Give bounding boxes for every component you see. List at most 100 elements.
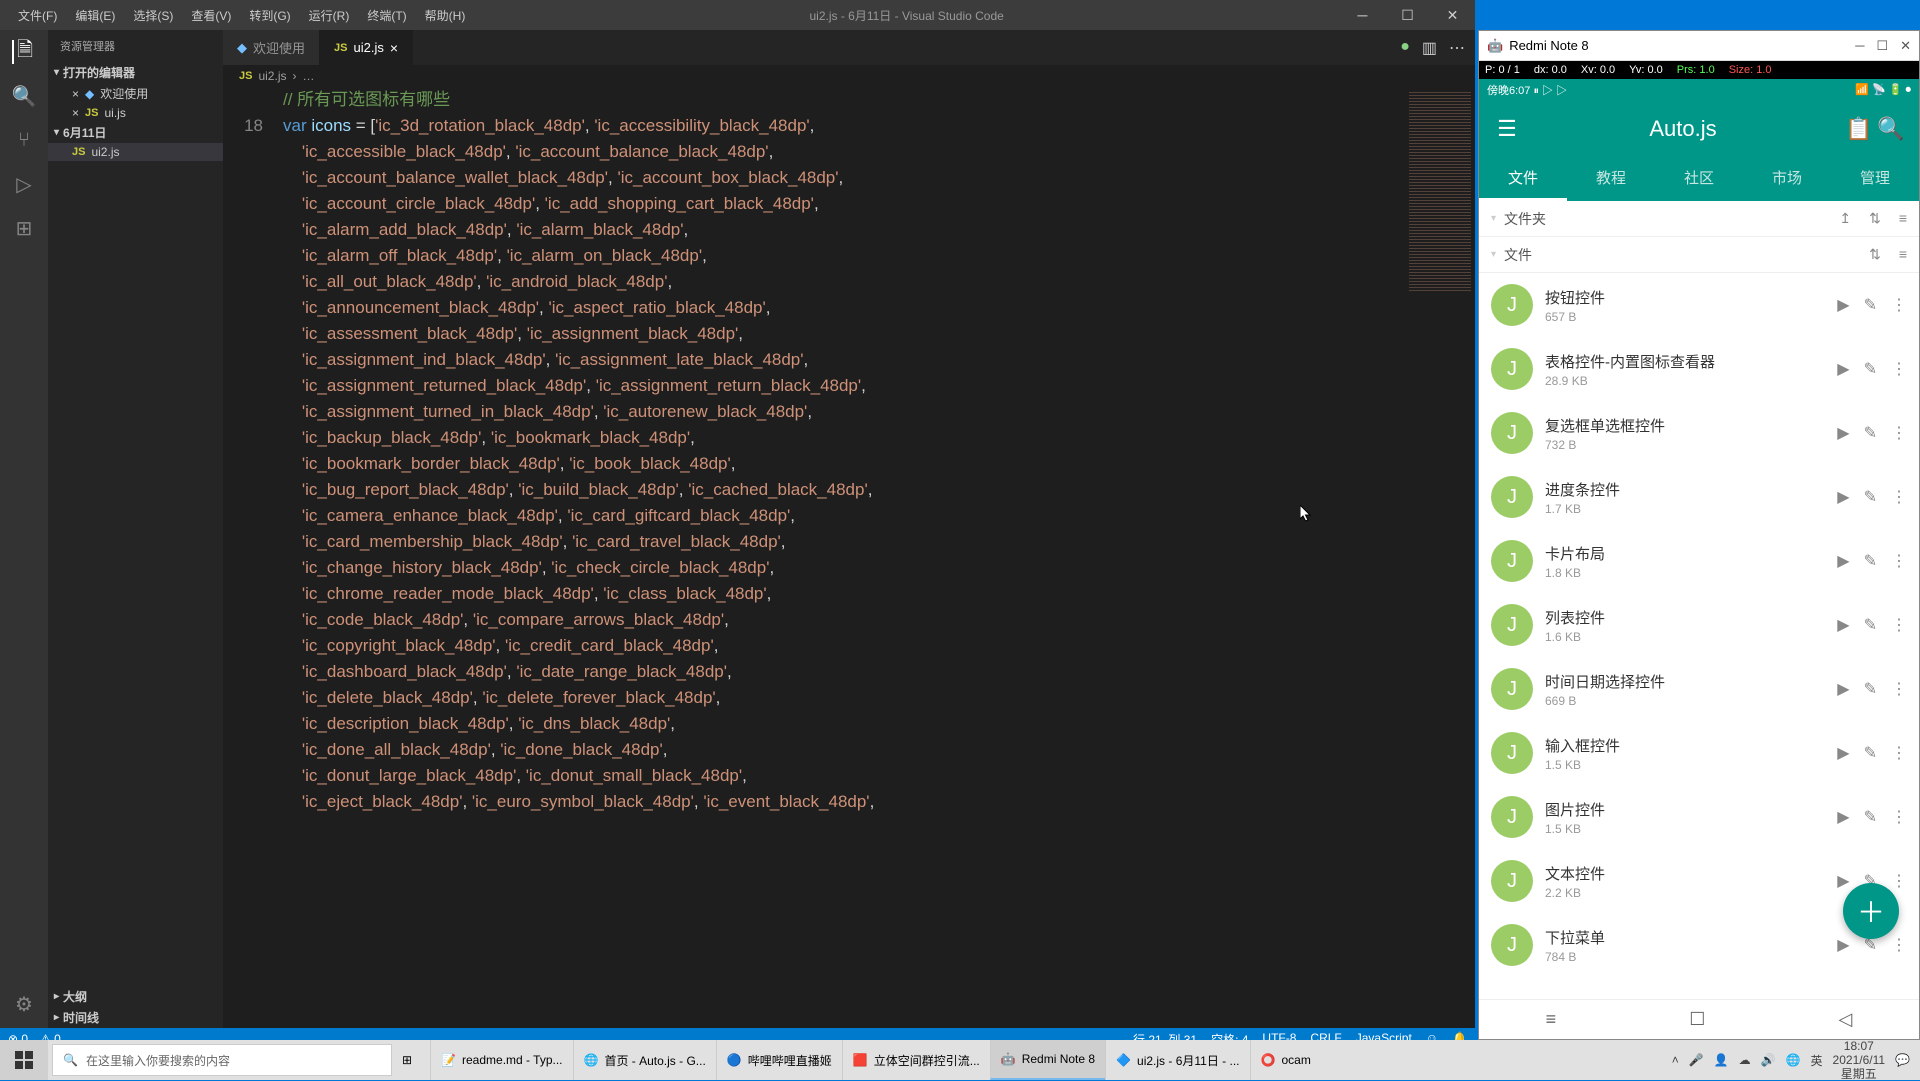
autojs-tab[interactable]: 管理: [1831, 157, 1919, 201]
minimize-button[interactable]: ─: [1340, 0, 1385, 30]
more-icon[interactable]: ⋮: [1891, 295, 1907, 315]
extensions-icon[interactable]: ⊞: [12, 216, 36, 240]
more-icon[interactable]: ⋮: [1891, 359, 1907, 379]
play-icon[interactable]: ▶: [1837, 743, 1849, 763]
back-button[interactable]: ◁: [1839, 1009, 1853, 1030]
menu-item[interactable]: 编辑(E): [67, 3, 123, 28]
more-icon[interactable]: ⋮: [1891, 487, 1907, 507]
edit-icon[interactable]: ✎: [1864, 743, 1877, 763]
file-item[interactable]: J复选框单选框控件732 B▶✎⋮: [1479, 401, 1919, 465]
play-icon[interactable]: ▶: [1837, 615, 1849, 635]
menu-item[interactable]: 转到(G): [241, 3, 298, 28]
close-icon[interactable]: ×: [72, 106, 79, 120]
ime-icon[interactable]: 英: [1811, 1052, 1823, 1069]
minimize-button[interactable]: ─: [1855, 38, 1864, 54]
close-icon[interactable]: ×: [72, 87, 79, 101]
list-view-icon[interactable]: ≡: [1899, 210, 1907, 227]
file-item[interactable]: J时间日期选择控件669 B▶✎⋮: [1479, 657, 1919, 721]
edit-icon[interactable]: ✎: [1864, 359, 1877, 379]
more-icon[interactable]: ⋮: [1891, 871, 1907, 891]
phone-screen[interactable]: 傍晚6:07 ⏸ ▷ ▷ 📶 📡 🔋 ⏺ ☰ Auto.js 📋 🔍 文件教程社…: [1479, 79, 1919, 1039]
more-icon[interactable]: ⋮: [1891, 551, 1907, 571]
autojs-tab[interactable]: 市场: [1743, 157, 1831, 201]
explorer-icon[interactable]: 🗎: [12, 40, 36, 64]
file-item[interactable]: J进度条控件1.7 KB▶✎⋮: [1479, 465, 1919, 529]
menu-item[interactable]: 查看(V): [183, 3, 239, 28]
edit-icon[interactable]: ✎: [1864, 615, 1877, 635]
files-header[interactable]: ▾文件 ⇅≡: [1479, 237, 1919, 273]
code-editor[interactable]: 18 // 所有可选图标有哪些 var icons = ['ic_3d_rota…: [223, 87, 1475, 1028]
close-button[interactable]: ✕: [1900, 38, 1911, 54]
autojs-tab[interactable]: 文件: [1479, 157, 1567, 201]
play-icon[interactable]: ▶: [1837, 551, 1849, 571]
autojs-tab[interactable]: 社区: [1655, 157, 1743, 201]
edit-icon[interactable]: ✎: [1864, 295, 1877, 315]
sort-asc-icon[interactable]: ↥: [1839, 210, 1851, 227]
open-editor-uijs[interactable]: ×JSui.js: [48, 104, 223, 122]
search-icon[interactable]: 🔍: [1875, 116, 1907, 142]
play-icon[interactable]: ▶: [1837, 935, 1849, 955]
split-editor-icon[interactable]: ▥: [1422, 38, 1437, 58]
more-icon[interactable]: ⋮: [1891, 423, 1907, 443]
taskbar-app[interactable]: 🟥立体空间群控引流...: [842, 1040, 990, 1080]
folder-section[interactable]: ▾6月11日: [48, 122, 223, 143]
file-item[interactable]: J按钮控件657 B▶✎⋮: [1479, 273, 1919, 337]
play-icon[interactable]: ▶: [1837, 295, 1849, 315]
clipboard-icon[interactable]: 📋: [1843, 116, 1875, 142]
file-item[interactable]: J卡片布局1.8 KB▶✎⋮: [1479, 529, 1919, 593]
play-icon[interactable]: ▶: [1837, 423, 1849, 443]
more-icon[interactable]: ⋯: [1449, 38, 1465, 58]
taskbar-clock[interactable]: 18:072021/6/11星期五: [1833, 1039, 1886, 1081]
more-icon[interactable]: ⋮: [1891, 807, 1907, 827]
maximize-button[interactable]: ☐: [1876, 38, 1888, 54]
taskbar-app[interactable]: 🔷ui2.js - 6月11日 - ...: [1105, 1040, 1249, 1080]
menu-item[interactable]: 运行(R): [301, 3, 358, 28]
run-icon[interactable]: ●: [1400, 38, 1410, 58]
recents-button[interactable]: ≡: [1546, 1009, 1557, 1030]
open-editor-welcome[interactable]: ×◆欢迎使用: [48, 83, 223, 104]
file-item[interactable]: J列表控件1.6 KB▶✎⋮: [1479, 593, 1919, 657]
taskbar-app[interactable]: 🔵哔哩哔哩直播姬: [716, 1040, 842, 1080]
start-button[interactable]: [0, 1040, 48, 1080]
close-icon[interactable]: ×: [390, 40, 398, 56]
minimap[interactable]: [1405, 87, 1475, 1028]
breadcrumb[interactable]: JSui2.js›…: [223, 65, 1475, 87]
run-debug-icon[interactable]: ▷: [12, 172, 36, 196]
outline-section[interactable]: ▸大纲: [48, 986, 223, 1007]
mic-icon[interactable]: 🎤: [1689, 1053, 1704, 1067]
tab-welcome[interactable]: ◆欢迎使用: [223, 30, 320, 65]
tab-ui2js[interactable]: JSui2.js×: [320, 30, 413, 65]
network-icon[interactable]: 🌐: [1786, 1053, 1801, 1067]
timeline-section[interactable]: ▸时间线: [48, 1007, 223, 1028]
list-view-icon[interactable]: ≡: [1899, 246, 1907, 263]
play-icon[interactable]: ▶: [1837, 679, 1849, 699]
open-editors-section[interactable]: ▾打开的编辑器: [48, 62, 223, 83]
sort-icon[interactable]: ⇅: [1869, 210, 1881, 227]
taskbar-search[interactable]: 🔍 在这里输入你要搜索的内容: [52, 1044, 392, 1076]
file-item[interactable]: J图片控件1.5 KB▶✎⋮: [1479, 785, 1919, 849]
edit-icon[interactable]: ✎: [1864, 807, 1877, 827]
search-icon[interactable]: 🔍: [12, 84, 36, 108]
file-item[interactable]: J输入框控件1.5 KB▶✎⋮: [1479, 721, 1919, 785]
more-icon[interactable]: ⋮: [1891, 615, 1907, 635]
more-icon[interactable]: ⋮: [1891, 743, 1907, 763]
edit-icon[interactable]: ✎: [1864, 679, 1877, 699]
play-icon[interactable]: ▶: [1837, 871, 1849, 891]
play-icon[interactable]: ▶: [1837, 807, 1849, 827]
edit-icon[interactable]: ✎: [1864, 551, 1877, 571]
more-icon[interactable]: ⋮: [1891, 679, 1907, 699]
play-icon[interactable]: ▶: [1837, 359, 1849, 379]
task-view-button[interactable]: ⊞: [392, 1040, 422, 1080]
play-icon[interactable]: ▶: [1837, 487, 1849, 507]
maximize-button[interactable]: ☐: [1385, 0, 1430, 30]
taskbar-app[interactable]: 🤖Redmi Note 8: [990, 1040, 1105, 1080]
taskbar-app[interactable]: 📝readme.md - Typ...: [430, 1040, 572, 1080]
file-ui2js[interactable]: JSui2.js: [48, 143, 223, 161]
taskbar-app[interactable]: 🌐首页 - Auto.js - G...: [573, 1040, 716, 1080]
menu-item[interactable]: 终端(T): [359, 3, 414, 28]
close-button[interactable]: ✕: [1430, 0, 1475, 30]
file-item[interactable]: J表格控件-内置图标查看器28.9 KB▶✎⋮: [1479, 337, 1919, 401]
onedrive-icon[interactable]: ☁: [1739, 1053, 1751, 1067]
sort-icon[interactable]: ⇅: [1869, 246, 1881, 263]
folders-header[interactable]: ▾文件夹 ↥⇅≡: [1479, 201, 1919, 237]
